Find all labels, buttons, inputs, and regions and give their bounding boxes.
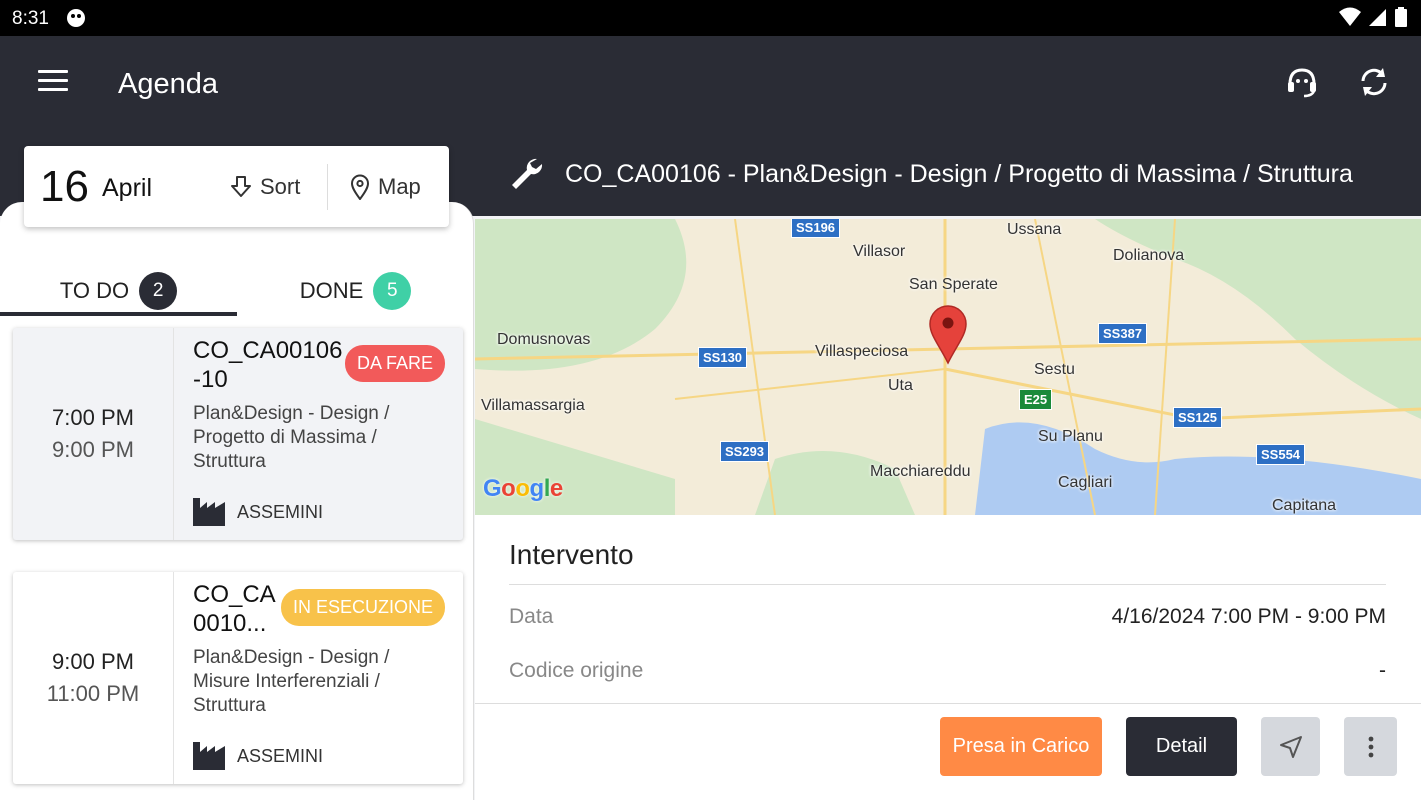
divider [327, 164, 328, 210]
factory-icon [193, 742, 225, 770]
map-place-label: Dolianova [1113, 247, 1185, 264]
tab-todo-label: TO DO [59, 278, 130, 303]
map-place-label: Villasor [853, 243, 906, 260]
sort-label: Sort [260, 173, 301, 199]
detail-button[interactable]: Detail [1126, 717, 1237, 776]
end-time: 11:00 PM [46, 681, 140, 706]
agenda-list-panel: TO DO 2 DONE 5 7:00 PM 9:00 PM CO_CA0010… [0, 202, 474, 800]
map-place-label: Villamassargia [481, 397, 585, 414]
appointment-code: CO_CA00106 -10 [193, 337, 343, 393]
notification-icon [67, 9, 85, 27]
road-shield: SS554 [1256, 444, 1306, 465]
detail-value: 4/16/2024 7:00 PM - 9:00 PM [1111, 605, 1386, 628]
road-shield: E25 [1019, 389, 1053, 410]
take-charge-button[interactable]: Presa in Carico [940, 717, 1102, 776]
date-card: 16 April Sort Map [24, 146, 449, 227]
detail-key: Codice origine [509, 659, 644, 682]
date-day[interactable]: 16 [40, 162, 89, 212]
appointment-time: 9:00 PM 11:00 PM [13, 572, 174, 784]
road-shield: SS125 [1173, 407, 1223, 428]
date-month[interactable]: April [102, 174, 152, 203]
appointment-card[interactable]: 9:00 PM 11:00 PM CO_CA 0010... IN ESECUZ… [13, 572, 463, 784]
wifi-icon [1339, 7, 1361, 26]
more-vert-icon [1368, 736, 1373, 757]
battery-icon [1395, 7, 1407, 27]
tab-done[interactable]: DONE 5 [237, 264, 473, 318]
map-place-label: San Sperate [909, 276, 998, 293]
appointment-code: CO_CA 0010... [193, 581, 275, 637]
status-badge: DA FARE [344, 345, 445, 382]
divider [509, 584, 1386, 585]
location-label: ASSEMINI [237, 745, 324, 766]
appointment-location: ASSEMINI [193, 742, 323, 770]
appointment-card[interactable]: 7:00 PM 9:00 PM CO_CA00106 -10 DA FARE P… [13, 328, 463, 540]
action-bar: Presa in Carico Detail [475, 703, 1421, 800]
map-button[interactable]: Map [350, 146, 421, 227]
map-place-label: Su Planu [1038, 428, 1103, 445]
menu-button[interactable] [38, 70, 68, 94]
status-time: 8:31 [12, 8, 49, 29]
section-title: Intervento [509, 539, 634, 570]
start-time: 7:00 PM [52, 405, 134, 430]
location-pin-icon [350, 174, 370, 200]
tab-done-count: 5 [373, 272, 412, 310]
map-view[interactable]: Ussana Villasor Dolianova San Sperate Do… [475, 219, 1421, 515]
more-options-button[interactable] [1344, 717, 1397, 776]
tab-bar: TO DO 2 DONE 5 [0, 264, 473, 318]
map-place-label: Uta [888, 377, 913, 394]
map-marker-icon[interactable] [929, 305, 967, 365]
start-time: 9:00 PM [52, 649, 134, 674]
tab-done-label: DONE [299, 278, 364, 303]
map-place-label: Cagliari [1058, 474, 1113, 491]
navigate-button[interactable] [1261, 717, 1320, 776]
tab-todo-count: 2 [139, 272, 178, 310]
tab-todo[interactable]: TO DO 2 [0, 264, 237, 318]
sort-button[interactable]: Sort [230, 146, 300, 227]
appointment-description: Plan&Design - Design / Progetto di Massi… [193, 403, 390, 472]
map-place-label: Villaspeciosa [815, 343, 909, 360]
active-tab-indicator [0, 312, 237, 316]
sort-arrow-icon [231, 175, 251, 197]
google-logo: Google [483, 475, 563, 502]
support-agent-icon[interactable] [1284, 64, 1320, 100]
status-badge: IN ESECUZIONE [280, 589, 445, 626]
map-place-label: Macchiareddu [870, 463, 971, 480]
appointment-description: Plan&Design - Design / Misure Interferen… [193, 647, 390, 716]
detail-title: CO_CA00106 - Plan&Design - Design / Prog… [565, 160, 1353, 188]
map-place-label: Sestu [1034, 361, 1075, 378]
road-shield: SS387 [1098, 323, 1148, 344]
page-title: Agenda [118, 68, 218, 100]
road-shield: SS293 [720, 441, 770, 462]
map-place-label: Domusnovas [497, 331, 591, 348]
navigation-arrow-icon [1279, 735, 1302, 758]
location-label: ASSEMINI [237, 501, 324, 522]
wrench-icon [512, 158, 543, 189]
appointment-location: ASSEMINI [193, 498, 323, 526]
refresh-icon[interactable] [1356, 64, 1392, 100]
detail-key: Data [509, 605, 554, 628]
appointment-time: 7:00 PM 9:00 PM [13, 328, 174, 540]
road-shield: SS130 [698, 347, 748, 368]
map-label: Map [378, 173, 421, 199]
signal-icon [1369, 9, 1386, 26]
factory-icon [193, 498, 225, 526]
intervention-details: Intervento Data 4/16/2024 7:00 PM - 9:00… [475, 515, 1421, 703]
detail-value: - [1379, 659, 1386, 682]
road-shield: SS196 [791, 219, 841, 238]
map-place-label: Ussana [1007, 221, 1062, 238]
map-place-label: Capitana [1272, 497, 1337, 514]
status-bar: 8:31 [0, 0, 1421, 36]
end-time: 9:00 PM [52, 437, 134, 462]
